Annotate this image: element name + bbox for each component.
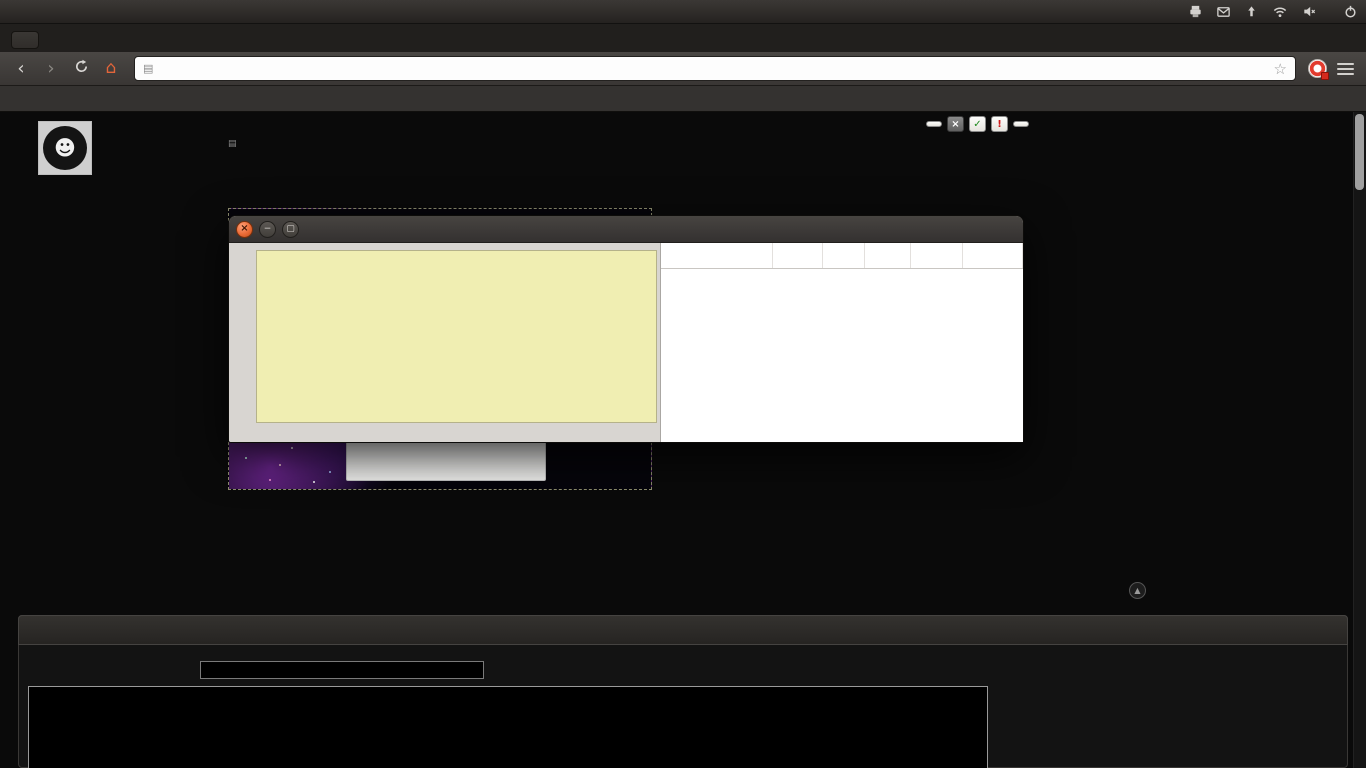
header-sensor[interactable] [661,243,773,268]
post-meta: ▤ [228,139,249,149]
header-value[interactable] [773,243,823,268]
approve-post-button[interactable]: ✓ [969,116,986,132]
delete-post-button[interactable]: × [947,116,964,132]
avatar-image: ☻ [43,126,87,170]
report-post-button[interactable]: ! [991,116,1008,132]
edit-post-button[interactable] [926,121,942,127]
network-indicator-icon[interactable] [1272,4,1288,19]
indicator-area [1188,4,1358,19]
reply-button[interactable] [1013,121,1029,127]
header-color[interactable] [911,243,963,268]
header-enabled[interactable] [963,243,1023,268]
forward-icon[interactable]: › [40,60,62,78]
ubuntu-top-panel [0,0,1366,24]
subject-input[interactable] [200,661,484,679]
scrollbar-thumb[interactable] [1355,114,1364,190]
window-minimize-icon[interactable]: − [259,221,276,238]
header-max[interactable] [865,243,911,268]
back-icon[interactable]: ‹ [10,60,32,78]
volume-muted-indicator-icon[interactable] [1301,4,1317,19]
bookmark-star-icon[interactable]: ☆ [1274,60,1287,78]
page-scrollbar[interactable] [1353,112,1366,768]
session-power-icon[interactable] [1343,4,1358,19]
sensor-graph-plot [256,250,657,423]
tab-strip [0,24,1366,52]
extension-icon[interactable] [1308,59,1327,78]
avatar: ☻ [38,121,92,175]
reply-textarea[interactable] [28,686,988,768]
sensor-table-header[interactable] [661,243,1023,269]
header-min[interactable] [823,243,865,268]
updates-indicator-icon[interactable] [1244,4,1259,19]
browser-toolbar: ‹ › ⌂ ▤ ☆ [0,52,1366,86]
psensor-titlebar[interactable]: × − ▢ [229,216,1023,243]
forum-page: ☻ × ✓ ! ▤ [0,112,1366,768]
printer-indicator-icon[interactable] [1188,4,1203,19]
reload-icon[interactable] [70,59,92,78]
quick-reply-header [18,615,1348,645]
window-maximize-icon[interactable]: ▢ [282,221,299,238]
extension-badge [1321,72,1329,80]
mail-indicator-icon[interactable] [1216,4,1231,19]
address-bar[interactable]: ▤ ☆ [134,56,1296,81]
new-tab-button[interactable] [11,31,39,49]
desktop-screen: ‹ › ⌂ ▤ ☆ ☻ × ✓ ! [0,0,1366,768]
post-icon: ▤ [228,139,237,149]
bookmarks-bar [0,86,1366,112]
browser-menu-icon[interactable] [1335,59,1356,79]
home-icon[interactable]: ⌂ [100,60,122,77]
sensor-graph-svg [257,251,656,422]
psensor-window: × − ▢ [228,215,1024,443]
scroll-to-top-button[interactable]: ▲ [1129,582,1146,599]
page-security-icon[interactable]: ▤ [143,62,153,75]
window-close-icon[interactable]: × [236,221,253,238]
psensor-body [229,243,1023,442]
post-actions: × ✓ ! [926,116,1029,132]
sensor-table [661,243,1023,442]
sensor-graph-area [229,243,661,442]
